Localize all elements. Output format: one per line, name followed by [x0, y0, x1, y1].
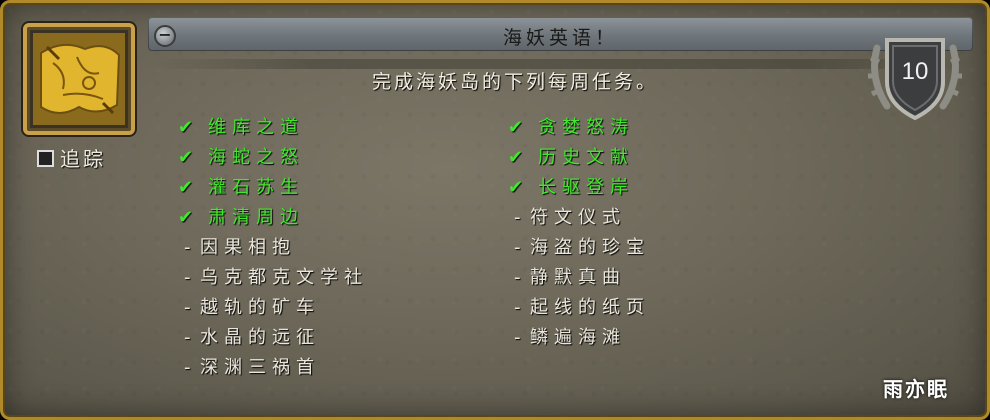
task-label: 越轨的矿车	[200, 297, 320, 318]
checkmark-icon: ✔	[178, 147, 194, 168]
task-item-completed: ✔ 维库之道	[178, 113, 368, 143]
task-item-completed: ✔ 长驱登岸	[508, 173, 650, 203]
task-item: - 越轨的矿车	[178, 293, 368, 323]
task-item: - 起线的纸页	[508, 293, 650, 323]
level-badge: 10	[865, 28, 965, 127]
task-item-completed: ✔ 海蛇之怒	[178, 143, 368, 173]
task-item-completed: ✔ 历史文献	[508, 143, 650, 173]
quest-panel: 追踪 海妖英语！ − 完成海妖岛的下列每周任务。 10 ✔ 维库之道 ✔ 海蛇之怒 ✔ 灌…	[0, 0, 990, 420]
task-item: - 因果相抱	[178, 233, 368, 263]
task-label: 灌石苏生	[208, 177, 304, 198]
task-item: - 乌克都克文学社	[178, 263, 368, 293]
task-label: 贪婪怒涛	[538, 117, 634, 138]
task-item: - 鳞遍海滩	[508, 323, 650, 353]
task-item-completed: ✔ 肃清周边	[178, 203, 368, 233]
checkmark-icon: ✔	[508, 147, 524, 168]
track-toggle[interactable]: 追踪	[37, 143, 106, 172]
checkmark-icon: ✔	[508, 177, 524, 198]
task-label: 鳞遍海滩	[530, 327, 626, 348]
collapse-button[interactable]: −	[154, 25, 176, 47]
bullet-dash: -	[514, 237, 521, 258]
task-label: 乌克都克文学社	[200, 267, 368, 288]
task-label: 深渊三祸首	[200, 357, 320, 378]
bullet-dash: -	[514, 267, 521, 288]
checkmark-icon: ✔	[508, 117, 524, 138]
bullet-dash: -	[184, 297, 191, 318]
bullet-dash: -	[184, 357, 191, 378]
task-item-completed: ✔ 灌石苏生	[178, 173, 368, 203]
task-label: 长驱登岸	[538, 177, 634, 198]
bullet-dash: -	[184, 267, 191, 288]
task-label: 历史文献	[538, 147, 634, 168]
bullet-dash: -	[514, 297, 521, 318]
task-label: 水晶的远征	[200, 327, 320, 348]
checkmark-icon: ✔	[178, 117, 194, 138]
watermark: 雨亦眠	[883, 377, 949, 401]
task-label: 维库之道	[208, 117, 304, 138]
task-label: 符文仪式	[530, 207, 626, 228]
track-checkbox[interactable]	[37, 150, 54, 167]
task-item: - 海盗的珍宝	[508, 233, 650, 263]
task-label: 海蛇之怒	[208, 147, 304, 168]
task-list-right: ✔ 贪婪怒涛 ✔ 历史文献 ✔ 长驱登岸 - 符文仪式 - 海盗的珍宝 - 静默真曲 - 起线的纸页 - 鳞遍…	[508, 113, 650, 353]
bullet-dash: -	[184, 237, 191, 258]
task-label: 起线的纸页	[530, 297, 650, 318]
task-list-left: ✔ 维库之道 ✔ 海蛇之怒 ✔ 灌石苏生 ✔ 肃清周边 - 因果相抱 - 乌克都克文学社 - 越轨的矿车 -…	[178, 113, 368, 383]
title-bar: 海妖英语！	[148, 17, 973, 51]
task-label: 静默真曲	[530, 267, 626, 288]
bullet-dash: -	[514, 207, 521, 228]
checkmark-icon: ✔	[178, 177, 194, 198]
task-label: 因果相抱	[200, 237, 296, 258]
task-item: - 静默真曲	[508, 263, 650, 293]
checkmark-icon: ✔	[178, 207, 194, 228]
task-item: - 水晶的远征	[178, 323, 368, 353]
task-label: 肃清周边	[208, 207, 304, 228]
track-label: 追踪	[60, 147, 106, 171]
task-item: - 符文仪式	[508, 203, 650, 233]
quest-description: 完成海妖岛的下列每周任务。	[371, 71, 658, 93]
bullet-dash: -	[514, 327, 521, 348]
quest-title: 海妖英语！	[502, 27, 618, 49]
task-item: - 深渊三祸首	[178, 353, 368, 383]
task-label: 海盗的珍宝	[530, 237, 650, 258]
bullet-dash: -	[184, 327, 191, 348]
task-item-completed: ✔ 贪婪怒涛	[508, 113, 650, 143]
level-number: 10	[901, 58, 929, 85]
